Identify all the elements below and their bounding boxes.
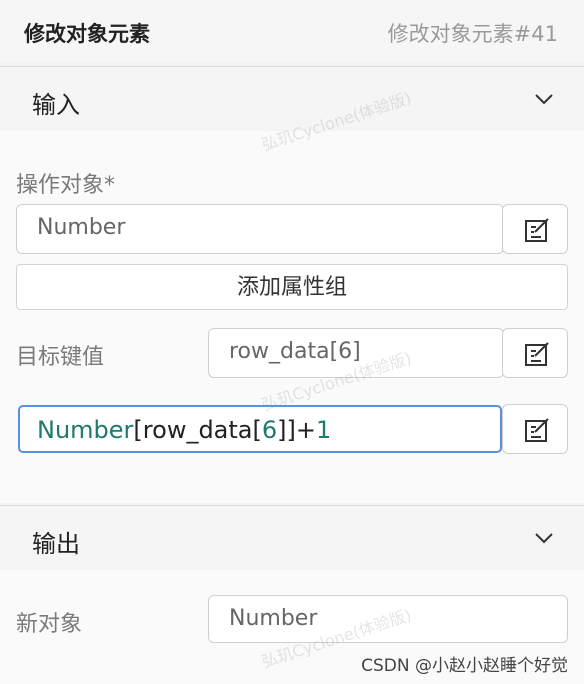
expression-token: +	[295, 416, 317, 444]
edit-icon	[525, 342, 549, 366]
operation-target-input[interactable]: Number	[16, 204, 504, 254]
credit-text: CSDN @小赵小赵睡个好觉	[361, 656, 568, 676]
target-key-label: 目标键值	[16, 345, 105, 370]
expression-token: ]]	[277, 416, 296, 444]
panel-title: 修改对象元素	[24, 22, 150, 46]
expression-token: 6	[261, 416, 278, 444]
target-key-edit-button[interactable]	[502, 328, 568, 378]
expression-token: [	[252, 416, 262, 444]
expression-input[interactable]: Number[row_data[6]]+1	[18, 405, 502, 453]
operation-target-value: Number	[37, 215, 126, 240]
expression-token: Number	[37, 416, 134, 444]
add-attribute-group-label: 添加属性组	[236, 275, 347, 300]
panel-header: 修改对象元素 修改对象元素#41	[0, 0, 584, 62]
output-section-title: 输出	[32, 530, 80, 558]
expression-token: row_data	[142, 416, 253, 444]
panel-subtitle: 修改对象元素#41	[387, 22, 558, 46]
edit-icon	[525, 218, 549, 242]
new-object-label: 新对象	[16, 612, 83, 637]
target-key-value: row_data[6]	[229, 339, 361, 364]
expression-edit-button[interactable]	[502, 404, 568, 454]
expression-token: 1	[316, 416, 332, 444]
operation-target-edit-button[interactable]	[502, 204, 568, 254]
operation-target-label: 操作对象*	[16, 173, 116, 198]
chevron-down-icon[interactable]	[534, 528, 554, 548]
input-section-title: 输入	[32, 91, 80, 119]
expression-content: Number[row_data[6]]+1	[37, 416, 331, 444]
chevron-down-icon[interactable]	[534, 89, 554, 109]
new-object-value: Number	[229, 606, 318, 631]
edit-icon	[525, 418, 549, 442]
output-section-header[interactable]: 输出	[0, 505, 584, 571]
add-attribute-group-button[interactable]: 添加属性组	[16, 264, 568, 310]
input-panel: 操作对象* Number 添加属性组 目标键值 row_data[6] Numb…	[0, 131, 584, 503]
expression-token: [	[133, 416, 143, 444]
